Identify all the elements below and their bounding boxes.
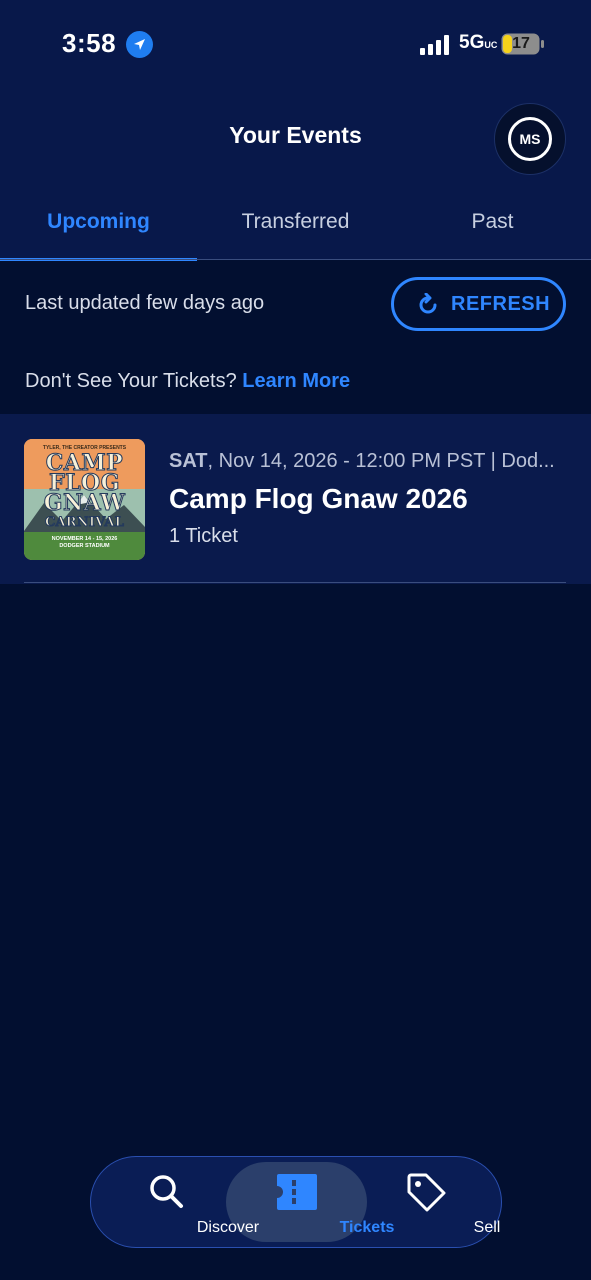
tab-past[interactable]: Past	[394, 190, 591, 260]
event-tabs: Upcoming Transferred Past	[0, 190, 591, 261]
status-time: 3:58	[62, 28, 117, 58]
tag-icon	[407, 1173, 446, 1212]
location-arrow-icon	[126, 31, 153, 58]
avatar-button[interactable]: MS	[494, 103, 566, 175]
last-updated-text: Last updated few days ago	[25, 292, 265, 314]
event-ticket-count: 1 Ticket	[169, 525, 238, 547]
tab-upcoming[interactable]: Upcoming	[0, 190, 197, 261]
cellular-signal-icon	[420, 35, 449, 55]
help-prompt: Don't See Your Tickets?	[25, 370, 237, 392]
ticket-icon	[277, 1174, 317, 1210]
event-day: SAT	[169, 450, 208, 472]
nav-tickets[interactable]: Tickets	[226, 1157, 394, 1247]
refresh-button[interactable]: REFRESH	[391, 277, 566, 331]
tabs-divider	[0, 259, 591, 260]
bottom-navigation: Discover Tickets Sell	[90, 1156, 502, 1248]
event-date-venue: , Nov 14, 2026 - 12:00 PM PST | Dod...	[207, 450, 555, 472]
event-datetime: SAT, Nov 14, 2026 - 12:00 PM PST | Dod..…	[169, 450, 569, 473]
nav-sell-label: Sell	[473, 1219, 501, 1236]
learn-more-link[interactable]: Learn More	[242, 370, 350, 392]
event-divider	[24, 582, 566, 583]
nav-discover[interactable]: Discover	[106, 1157, 259, 1247]
refresh-icon	[419, 293, 437, 314]
battery-level: 17	[512, 35, 530, 52]
nav-sell[interactable]: Sell	[365, 1157, 500, 1247]
tab-transferred[interactable]: Transferred	[197, 190, 394, 260]
event-poster-image: TYLER, THE CREATOR PRESENTS CAMP FLOG GN…	[24, 439, 145, 560]
status-bar: 3:58 5GUC 17	[0, 0, 591, 90]
network-type: 5GUC	[459, 32, 498, 53]
refresh-label: REFRESH	[451, 293, 551, 315]
help-row: Don't See Your Tickets? Learn More	[25, 370, 350, 393]
search-icon	[150, 1175, 183, 1208]
event-title: Camp Flog Gnaw 2026	[169, 483, 468, 514]
avatar-initials: MS	[508, 117, 552, 161]
